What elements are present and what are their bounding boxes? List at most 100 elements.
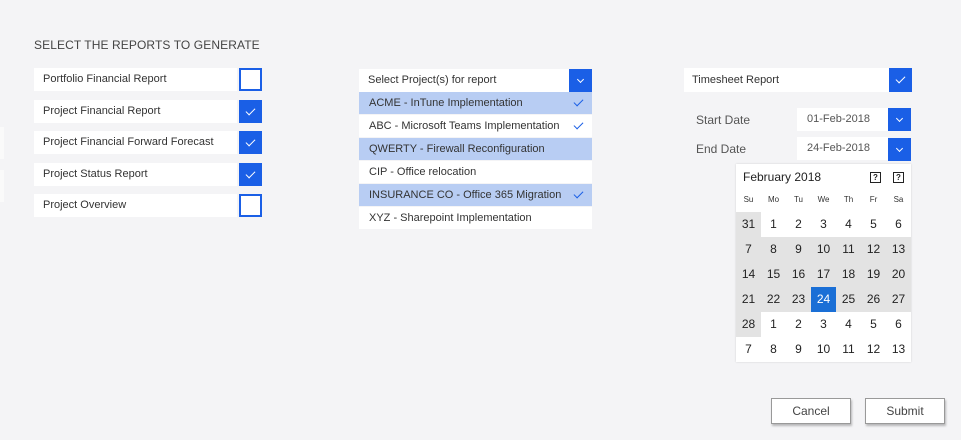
calendar-day[interactable]: 10 — [811, 337, 836, 362]
project-item[interactable]: INSURANCE CO - Office 365 Migration — [359, 184, 592, 206]
calendar-day[interactable]: 5 — [861, 212, 886, 237]
check-icon — [245, 136, 256, 146]
check-icon — [573, 96, 584, 107]
calendar-day[interactable]: 13 — [886, 237, 911, 262]
project-select-label: Select Project(s) for report — [368, 74, 497, 86]
calendar-day[interactable]: 12 — [861, 237, 886, 262]
left-edge-tab — [0, 127, 4, 159]
project-item[interactable]: XYZ - Sharepoint Implementation — [359, 207, 592, 229]
calendar-day[interactable]: 12 — [861, 337, 886, 362]
project-item-label: INSURANCE CO - Office 365 Migration — [369, 189, 562, 201]
cancel-button[interactable]: Cancel — [771, 398, 851, 424]
check-icon — [245, 105, 256, 115]
project-item[interactable]: QWERTY - Firewall Reconfiguration — [359, 138, 592, 160]
project-item-label: XYZ - Sharepoint Implementation — [369, 212, 532, 224]
weekday-header: Mo — [767, 195, 780, 204]
calendar-day[interactable]: 27 — [886, 287, 911, 312]
end-date-field[interactable]: 24-Feb-2018 — [797, 137, 888, 160]
submit-button[interactable]: Submit — [865, 398, 945, 424]
calendar-day[interactable]: 9 — [786, 337, 811, 362]
calendar-day[interactable]: 1 — [761, 212, 786, 237]
calendar-day[interactable]: 1 — [761, 312, 786, 337]
report-row-project-financial: Project Financial Report — [34, 100, 262, 124]
calendar-day[interactable]: 20 — [886, 262, 911, 287]
project-item-label: ACME - InTune Implementation — [369, 97, 523, 109]
calendar-day[interactable]: 17 — [811, 262, 836, 287]
calendar-day[interactable]: 26 — [861, 287, 886, 312]
project-dropdown-button[interactable] — [569, 69, 592, 92]
calendar-day[interactable]: 31 — [736, 212, 761, 237]
chevron-down-icon — [895, 114, 904, 122]
project-item-label: ABC - Microsoft Teams Implementation — [369, 120, 560, 132]
project-item-label: CIP - Office relocation — [369, 166, 477, 178]
calendar-day[interactable]: 25 — [836, 287, 861, 312]
calendar-day[interactable]: 10 — [811, 237, 836, 262]
project-select[interactable]: Select Project(s) for report — [359, 69, 592, 92]
weekday-header: We — [817, 195, 830, 204]
page-heading: SELECT THE REPORTS TO GENERATE — [34, 38, 260, 52]
calendar-day[interactable]: 2 — [786, 212, 811, 237]
weekday-header: Tu — [793, 195, 804, 204]
timesheet-checkbox[interactable] — [889, 68, 912, 92]
calendar-day[interactable]: 14 — [736, 262, 761, 287]
calendar-day[interactable]: 28 — [736, 312, 761, 337]
calendar-day[interactable]: 9 — [786, 237, 811, 262]
calendar-day[interactable]: 8 — [761, 337, 786, 362]
calendar-day[interactable]: 5 — [861, 312, 886, 337]
weekday-header: Th — [843, 195, 854, 204]
calendar-day[interactable]: 8 — [761, 237, 786, 262]
report-checkbox[interactable] — [239, 100, 262, 123]
weekday-header: Sa — [893, 195, 904, 204]
calendar-day[interactable]: 22 — [761, 287, 786, 312]
report-label[interactable]: Project Financial Report — [34, 100, 237, 123]
calendar-day[interactable]: 6 — [886, 212, 911, 237]
calendar-day[interactable]: 13 — [886, 337, 911, 362]
timesheet-report-label[interactable]: Timesheet Report — [692, 68, 779, 92]
calendar-day-selected[interactable]: 24 — [811, 287, 836, 312]
project-item[interactable]: CIP - Office relocation — [359, 161, 592, 183]
calendar-day[interactable]: 21 — [736, 287, 761, 312]
calendar-day[interactable]: 2 — [786, 312, 811, 337]
chevron-down-icon — [895, 144, 904, 152]
start-date-dropdown-button[interactable] — [888, 108, 911, 131]
start-date-field[interactable]: 01-Feb-2018 — [797, 108, 888, 131]
next-month-icon[interactable]: ? — [893, 172, 904, 183]
report-row-portfolio-financial: Portfolio Financial Report — [34, 68, 262, 92]
report-checkbox[interactable] — [239, 68, 262, 91]
calendar-day[interactable]: 7 — [736, 337, 761, 362]
report-row-overview: Project Overview — [34, 194, 262, 218]
calendar-day[interactable]: 4 — [836, 212, 861, 237]
calendar-day[interactable]: 19 — [861, 262, 886, 287]
calendar-day[interactable]: 18 — [836, 262, 861, 287]
report-label[interactable]: Project Status Report — [34, 163, 237, 186]
calendar-day[interactable]: 6 — [886, 312, 911, 337]
report-label[interactable]: Project Overview — [34, 194, 237, 217]
report-checkbox[interactable] — [239, 131, 262, 154]
check-icon — [245, 168, 256, 178]
calendar-day[interactable]: 11 — [836, 237, 861, 262]
calendar-month-title: February 2018 — [743, 170, 822, 184]
weekday-header: Fr — [869, 195, 878, 204]
calendar-day[interactable]: 16 — [786, 262, 811, 287]
project-item[interactable]: ACME - InTune Implementation — [359, 92, 592, 114]
calendar-day[interactable]: 23 — [786, 287, 811, 312]
check-icon — [573, 119, 584, 130]
timesheet-report-row: Timesheet Report — [684, 68, 912, 92]
calendar-day[interactable]: 3 — [811, 312, 836, 337]
chevron-down-icon — [576, 75, 585, 83]
calendar-day[interactable]: 4 — [836, 312, 861, 337]
left-edge-tab — [0, 170, 4, 202]
report-label[interactable]: Portfolio Financial Report — [34, 68, 237, 91]
date-picker-calendar: February 2018 ? ? Su Mo Tu We Th Fr Sa 31 1 2 3 4 5 6… — [736, 164, 911, 362]
calendar-day[interactable]: 11 — [836, 337, 861, 362]
calendar-day[interactable]: 15 — [761, 262, 786, 287]
end-date-dropdown-button[interactable] — [888, 138, 911, 161]
report-checkbox[interactable] — [239, 194, 262, 217]
calendar-day[interactable]: 3 — [811, 212, 836, 237]
prev-month-icon[interactable]: ? — [870, 172, 881, 183]
project-item[interactable]: ABC - Microsoft Teams Implementation — [359, 115, 592, 137]
report-label[interactable]: Project Financial Forward Forecast — [34, 131, 237, 154]
report-checkbox[interactable] — [239, 163, 262, 186]
check-icon — [895, 73, 906, 84]
calendar-day[interactable]: 7 — [736, 237, 761, 262]
